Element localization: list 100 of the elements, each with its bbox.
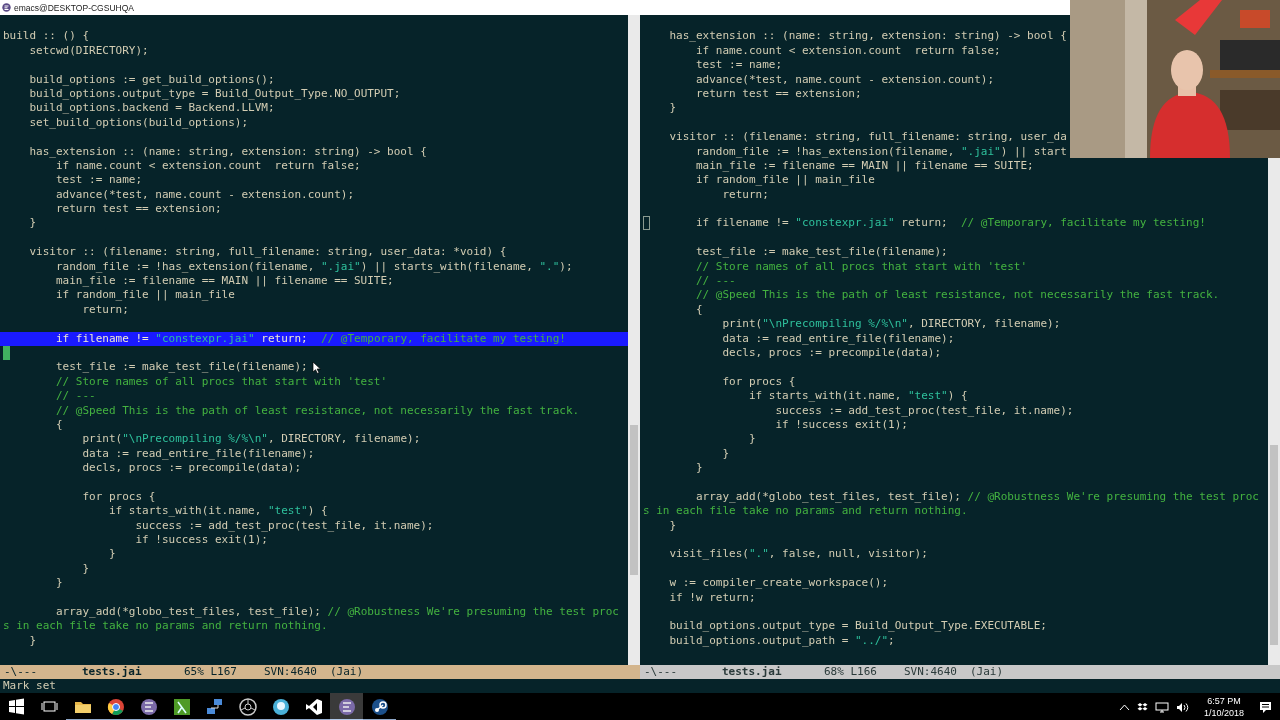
code-line: } <box>696 461 703 475</box>
code-line: } <box>56 576 63 590</box>
code-line: visitor :: (filename: string, full_filename: string, user_da <box>669 130 1067 144</box>
visual-studio-icon <box>303 697 324 717</box>
code-line: // Store names of all procs that start with 'test' <box>56 374 388 388</box>
code-line: } <box>29 216 37 230</box>
code-line: s in each file take no params and return nothing. <box>3 619 328 633</box>
code-line: if random_file || main_file <box>696 173 875 187</box>
mode-line-flags: -\--- <box>4 665 39 679</box>
code-line: } <box>108 547 116 561</box>
code-line: return; <box>722 187 769 201</box>
chevron-up-icon <box>1118 703 1130 711</box>
lambda-icon <box>171 697 192 717</box>
code-line: advance(*test, name.count - extension.count); <box>56 187 354 201</box>
volume-icon <box>1175 701 1189 713</box>
code-line: print("\nPrecompiling %/%\n", DIRECTORY, filename); <box>82 432 421 446</box>
code-line: } <box>669 518 677 532</box>
code-line: return test == extension; <box>56 202 222 216</box>
code-line: } <box>29 633 37 647</box>
code-line: // @Speed This is the path of least resistance, not necessarily the fast track. <box>696 288 1220 302</box>
code-line: return test == extension; <box>696 86 862 100</box>
code-line: if name.count < extension.count return false; <box>696 43 1001 57</box>
mode-line-version: SVN:4640 <box>264 665 318 679</box>
code-line: array_add(*globo_test_files, test_file); // @Robustness We're presuming the test proc <box>56 605 619 618</box>
chat-bubble-icon <box>270 697 291 717</box>
code-line: { <box>696 302 703 316</box>
emacs-icon <box>138 697 159 717</box>
windows-icon <box>6 697 27 717</box>
code-line: } <box>669 101 677 115</box>
dropbox-icon <box>1136 702 1148 712</box>
code-line: s in each file take no params and return nothing. <box>643 504 968 518</box>
mode-line-mode: (Jai) <box>330 665 364 679</box>
mode-line-version: SVN:4640 <box>904 665 958 679</box>
code-line: return; <box>82 302 129 316</box>
code-line: main_file := filename == MAIN || filename == SUITE; <box>696 158 1034 172</box>
code-line: data := read_entire_file(filename); <box>722 331 955 345</box>
code-line: advance(*test, name.count - extension.count); <box>696 72 994 86</box>
code-line: w := compiler_create_workspace(); <box>669 576 889 590</box>
code-line: build_options.output_path = "../"; <box>669 633 895 647</box>
network-icon <box>1154 701 1169 713</box>
code-line: visitor :: (filename: string, full_filename: string, user_data: *void) { <box>29 245 507 259</box>
code-line: } <box>748 432 756 446</box>
code-line: success := add_test_proc(test_file, it.name); <box>135 518 434 532</box>
steam-icon <box>369 697 390 717</box>
code-line: main_file := filename == MAIN || filename == SUITE; <box>56 274 394 288</box>
code-line: } <box>82 561 90 575</box>
code-line: // Store names of all procs that start with 'test' <box>696 259 1028 273</box>
aperture-icon <box>237 697 258 717</box>
code-line: // --- <box>56 389 96 403</box>
code-line: // @Speed This is the path of least resistance, not necessarily the fast track. <box>56 403 580 417</box>
code-line: if !success exit(1); <box>775 417 908 431</box>
code-line: if filename != "constexpr.jai" return; // @Temporary, facilitate my testing! <box>696 216 1206 230</box>
code-line: for procs { <box>722 374 796 388</box>
code-line: } <box>722 446 730 460</box>
mode-line-position: 65% L167 <box>184 665 238 679</box>
code-line: build_options.output_type = Build_Output_Type.NO_OUTPUT; <box>29 86 401 100</box>
code-line: decls, procs := precompile(data); <box>722 346 942 359</box>
clock-time: 6:57 PM <box>1207 695 1241 707</box>
code-line: test := name; <box>56 173 143 187</box>
code-line: { <box>56 417 63 431</box>
scrollbar[interactable] <box>628 15 640 665</box>
mode-line-flags: -\--- <box>644 665 679 679</box>
code-line: // --- <box>696 274 736 288</box>
code-line: random_file := !has_extension(filename, ".jai") || start <box>696 144 1067 158</box>
code-line: if name.count < extension.count return false; <box>56 158 361 172</box>
code-line: print("\nPrecompiling %/%\n", DIRECTORY, filename); <box>722 317 1061 331</box>
clock-date: 1/10/2018 <box>1203 707 1244 719</box>
emacs-icon <box>336 697 357 717</box>
code-line: decls, procs := precompile(data); <box>82 461 302 475</box>
code-line: set_build_options(build_options); <box>29 115 249 129</box>
code-line: build :: () { <box>3 29 90 43</box>
code-line: setcwd(DIRECTORY); <box>29 43 149 57</box>
window-title: emacs@DESKTOP-CGSUHQA <box>14 2 134 13</box>
code-line: data := read_entire_file(filename); <box>82 446 315 460</box>
code-line: if starts_with(it.name, "test") { <box>108 504 328 518</box>
mode-line-position: 68% L166 <box>824 665 878 679</box>
notification-icon <box>1259 700 1272 714</box>
code-line: random_file := !has_extension(filename, ".jai") || starts_with(filename, "."); <box>56 259 573 273</box>
code-line: build_options := get_build_options(); <box>29 72 275 86</box>
browser-icon <box>105 697 126 717</box>
code-line: build_options.output_type = Build_Output_Type.EXECUTABLE; <box>669 619 1047 633</box>
code-line: has_extension :: (name: string, extension: string) -> bool { <box>29 144 427 158</box>
scrollbar[interactable] <box>1268 158 1280 665</box>
echo-message: Mark set <box>3 679 56 692</box>
mode-line-mode: (Jai) <box>970 665 1004 679</box>
code-line: test := name; <box>696 58 783 72</box>
code-line: success := add_test_proc(test_file, it.name); <box>775 403 1074 417</box>
code-line: test_file := make_test_file(filename); <box>696 245 948 259</box>
mode-line-buffer: tests.jai <box>722 665 783 679</box>
code-line: visit_files(".", false, null, visitor); <box>669 547 928 561</box>
code-line: test_file := make_test_file(filename); <box>56 360 308 374</box>
code-line: array_add(*globo_test_files, test_file); // @Robustness We're presuming the test proc <box>696 489 1259 503</box>
code-line: if !w return; <box>669 590 756 604</box>
network-icon <box>204 697 225 717</box>
taskbar-app[interactable] <box>330 693 363 720</box>
code-line: has_extension :: (name: string, extension: string) -> bool { <box>669 29 1067 43</box>
code-line: for procs { <box>82 489 156 503</box>
code-line: if starts_with(it.name, "test") { <box>748 389 968 403</box>
pointer-icon <box>312 361 321 374</box>
mode-line-buffer: tests.jai <box>82 665 143 679</box>
